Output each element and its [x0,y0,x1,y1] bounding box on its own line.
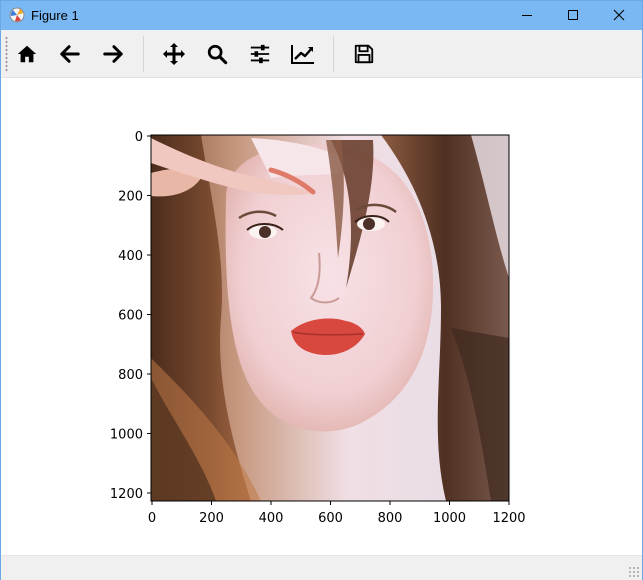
y-tick-label: 800 [118,368,143,383]
x-tick-label: 0 [148,511,156,526]
y-tick-label: 1200 [110,487,143,502]
figure-window: Figure 1 0 200 400 600 800 1000 1200 0 2… [0,0,643,580]
maximize-icon [568,10,578,20]
axes-plot[interactable]: 0 200 400 600 800 1000 1200 0 200 400 60… [1,78,642,555]
minimize-button[interactable] [504,1,550,30]
window-title: Figure 1 [31,8,79,23]
pan-button[interactable] [157,38,191,70]
x-axis: 0 200 400 600 800 1000 1200 [148,501,526,526]
y-axis: 0 200 400 600 800 1000 1200 [110,130,151,502]
x-tick-label: 400 [259,511,284,526]
floppy-disk-icon [354,44,374,64]
y-tick-label: 200 [118,190,143,205]
close-button[interactable] [596,1,642,30]
toolbar-separator [333,36,334,72]
y-tick-label: 1000 [110,428,143,443]
home-button[interactable] [10,38,44,70]
resize-grip[interactable] [628,566,640,578]
home-icon [17,45,37,63]
close-icon [613,9,625,21]
x-tick-label: 600 [318,511,343,526]
x-tick-label: 800 [378,511,403,526]
matplotlib-app-icon [9,7,25,23]
y-tick-label: 400 [118,249,143,264]
title-bar[interactable]: Figure 1 [1,1,642,30]
line-chart-icon [291,45,314,64]
save-button[interactable] [347,38,381,70]
maximize-button[interactable] [550,1,596,30]
portrait-image [151,135,509,501]
customize-button[interactable] [286,38,320,70]
move-icon [163,43,185,65]
figure-canvas[interactable]: 0 200 400 600 800 1000 1200 0 200 400 60… [1,78,642,555]
y-tick-label: 0 [135,130,143,145]
arrow-right-icon [103,45,123,63]
x-tick-label: 200 [199,511,224,526]
toolbar-grip[interactable] [5,36,8,72]
forward-button[interactable] [96,38,130,70]
back-button[interactable] [53,38,87,70]
status-bar [1,555,642,580]
arrow-left-icon [60,45,80,63]
y-tick-label: 600 [118,309,143,324]
magnifier-icon [207,44,228,65]
x-tick-label: 1200 [492,511,525,526]
subplots-button[interactable] [243,38,277,70]
zoom-button[interactable] [200,38,234,70]
x-tick-label: 1000 [433,511,466,526]
minimize-icon [522,15,532,16]
sliders-icon [250,44,270,64]
toolbar-separator [143,36,144,72]
navigation-toolbar [1,30,642,78]
